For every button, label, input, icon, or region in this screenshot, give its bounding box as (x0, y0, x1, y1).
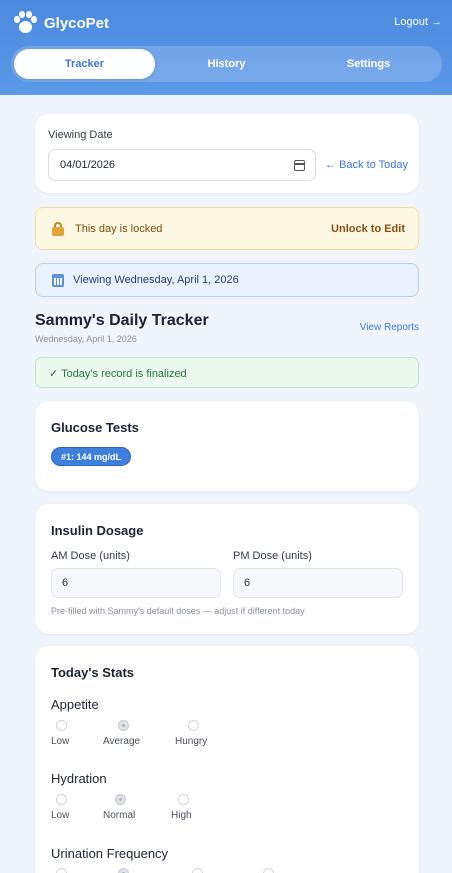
hydration-radio-low[interactable] (56, 794, 67, 805)
urination-radio-1[interactable] (56, 868, 67, 873)
main-tabs: Tracker History Settings (11, 46, 442, 82)
unlock-button[interactable]: Unlock to Edit (331, 223, 405, 235)
appetite-radio-average[interactable] (118, 720, 129, 731)
insulin-title: Insulin Dosage (51, 523, 144, 538)
glucose-card: Glucose Tests #1: 144 mg/dL (35, 401, 419, 491)
page-subtitle: Wednesday, April 1, 2026 (35, 334, 137, 344)
hydration-option-low: Low (51, 810, 70, 821)
page-title: Sammy's Daily Tracker (35, 312, 209, 329)
app-header: GlycoPet Logout → Tracker History Settin… (0, 0, 452, 95)
appetite-label: Appetite (51, 697, 99, 712)
hydration-option-normal: Normal (103, 810, 136, 821)
locked-banner: This day is locked Unlock to Edit (35, 207, 419, 250)
view-reports-link[interactable]: View Reports (360, 322, 419, 333)
finalized-text: ✓ Today's record is finalized (49, 368, 187, 380)
appetite-radio-hungry[interactable] (188, 720, 199, 731)
logout-link[interactable]: Logout → (394, 16, 442, 28)
tab-tracker[interactable]: Tracker (14, 49, 155, 79)
hydration-label: Hydration (51, 771, 107, 786)
urination-radio-3[interactable] (192, 868, 203, 873)
date-card: Viewing Date 04/01/2026 ← Back to Today (35, 114, 419, 193)
insulin-card: Insulin Dosage AM Dose (units) PM Dose (… (35, 504, 419, 634)
viewing-date-label: Viewing Date (48, 129, 113, 141)
calendar-icon (52, 274, 64, 287)
urination-label: Urination Frequency (51, 846, 169, 861)
appetite-radio-low[interactable] (56, 720, 67, 731)
app-name: GlycoPet (44, 14, 110, 32)
hydration-option-high: High (171, 810, 192, 821)
viewing-banner: Viewing Wednesday, April 1, 2026 (35, 263, 419, 297)
paw-icon (12, 10, 38, 36)
finalized-banner: ✓ Today's record is finalized (35, 357, 419, 388)
date-input[interactable]: 04/01/2026 (48, 149, 316, 181)
urination-radio-4[interactable] (263, 868, 274, 873)
back-to-today-link[interactable]: ← Back to Today (325, 159, 408, 171)
stats-card: Today's Stats Appetite Low Average Hungr… (35, 646, 419, 873)
glucose-title: Glucose Tests (51, 420, 139, 435)
tab-history[interactable]: History (156, 49, 297, 79)
lock-icon (52, 222, 64, 236)
pm-dose-field[interactable]: 6 (233, 568, 403, 598)
hydration-radio-normal[interactable] (115, 794, 126, 805)
appetite-option-hungry: Hungry (175, 736, 208, 747)
calendar-icon[interactable] (294, 160, 305, 171)
brand[interactable]: GlycoPet (12, 10, 109, 36)
viewing-text: Viewing Wednesday, April 1, 2026 (73, 274, 239, 286)
date-value: 04/01/2026 (60, 159, 116, 171)
hydration-radio-high[interactable] (178, 794, 189, 805)
appetite-option-average: Average (103, 736, 141, 747)
stats-title: Today's Stats (51, 665, 135, 680)
urination-radio-2[interactable] (118, 868, 129, 873)
am-dose-label: AM Dose (units) (51, 550, 130, 562)
locked-text: This day is locked (75, 223, 163, 235)
dose-helper-text: Pre-filled with Sammy's default doses — … (51, 606, 305, 616)
am-dose-field[interactable]: 6 (51, 568, 221, 598)
pm-dose-label: PM Dose (units) (233, 550, 312, 562)
appetite-option-low: Low (51, 736, 70, 747)
tab-settings[interactable]: Settings (298, 49, 439, 79)
glucose-test-chip[interactable]: #1: 144 mg/dL (51, 447, 132, 466)
